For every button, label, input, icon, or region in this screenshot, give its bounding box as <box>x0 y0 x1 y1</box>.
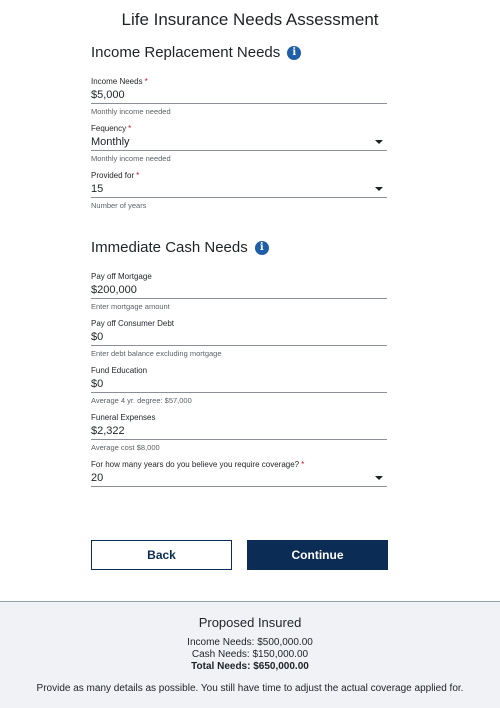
page-title: Life Insurance Needs Assessment <box>121 10 379 29</box>
required-marker: * <box>128 124 132 133</box>
required-marker: * <box>136 171 140 180</box>
funeral-field: Funeral Expenses $2,322 Average cost $8,… <box>91 413 387 453</box>
frequency-field: Fequency * Monthly Monthly income needed <box>91 124 387 164</box>
income-section-title: Income Replacement Needs <box>91 44 281 61</box>
summary-total-needs: Total Needs: $650,000.00 <box>191 661 309 672</box>
provided-for-select[interactable]: 15 <box>91 181 387 198</box>
info-icon[interactable]: i <box>287 45 302 60</box>
funeral-helper: Average cost $8,000 <box>91 443 160 452</box>
provided-for-label: Provided for * <box>91 171 140 180</box>
summary-note: Provide as many details as possible. You… <box>36 683 464 694</box>
funeral-input[interactable]: $2,322 <box>91 423 387 440</box>
provided-for-field: Provided for * 15 Number of years <box>91 171 387 211</box>
education-field: Fund Education $0 Average 4 yr. degree: … <box>91 366 387 406</box>
frequency-value: Monthly <box>91 136 130 148</box>
funeral-label: Funeral Expenses <box>91 413 156 422</box>
mortgage-label: Pay off Mortgage <box>91 272 152 281</box>
continue-button[interactable]: Continue <box>247 540 388 570</box>
consumer-debt-field: Pay off Consumer Debt $0 Enter debt bala… <box>91 319 387 359</box>
chevron-down-icon[interactable] <box>375 476 383 480</box>
education-label: Fund Education <box>91 366 148 375</box>
coverage-years-field: For how many years do you believe you re… <box>91 460 387 487</box>
coverage-years-select[interactable]: 20 <box>91 470 387 487</box>
income-needs-helper: Monthly income needed <box>91 107 171 116</box>
frequency-label: Fequency * <box>91 124 132 133</box>
consumer-debt-helper: Enter debt balance excluding mortgage <box>91 349 222 358</box>
frequency-helper: Monthly income needed <box>91 154 171 163</box>
frequency-select[interactable]: Monthly <box>91 134 387 151</box>
summary-income-needs: Income Needs: $500,000.00 <box>187 637 313 648</box>
required-marker: * <box>144 77 148 86</box>
info-icon[interactable]: i <box>254 240 269 255</box>
chevron-down-icon[interactable] <box>375 187 383 191</box>
consumer-debt-label: Pay off Consumer Debt <box>91 319 175 328</box>
consumer-debt-input[interactable]: $0 <box>91 329 387 346</box>
provided-for-helper: Number of years <box>91 201 147 210</box>
summary-cash-needs: Cash Needs: $150,000.00 <box>191 649 309 660</box>
coverage-years-value: 20 <box>91 472 104 484</box>
income-needs-label: Income Needs * <box>91 77 148 86</box>
income-needs-input[interactable]: $5,000 <box>91 87 387 104</box>
mortgage-input[interactable]: $200,000 <box>91 282 387 299</box>
mortgage-field: Pay off Mortgage $200,000 Enter mortgage… <box>91 272 387 312</box>
back-button[interactable]: Back <box>91 540 232 570</box>
required-marker: * <box>301 460 305 469</box>
mortgage-helper: Enter mortgage amount <box>91 302 170 311</box>
coverage-years-label: For how many years do you believe you re… <box>91 460 305 469</box>
cash-section-title: Immediate Cash Needs <box>91 239 248 256</box>
summary-title: Proposed Insured <box>198 615 302 630</box>
summary-panel: Proposed Insured Income Needs: $500,000.… <box>0 601 500 708</box>
chevron-down-icon[interactable] <box>375 140 383 144</box>
education-input[interactable]: $0 <box>91 376 387 393</box>
cash-section-heading: Immediate Cash Needs i <box>91 239 269 256</box>
income-needs-field: Income Needs * $5,000 Monthly income need… <box>91 77 387 117</box>
education-helper: Average 4 yr. degree: $57,000 <box>91 396 192 405</box>
income-section-heading: Income Replacement Needs i <box>91 44 302 61</box>
provided-for-value: 15 <box>91 183 104 195</box>
